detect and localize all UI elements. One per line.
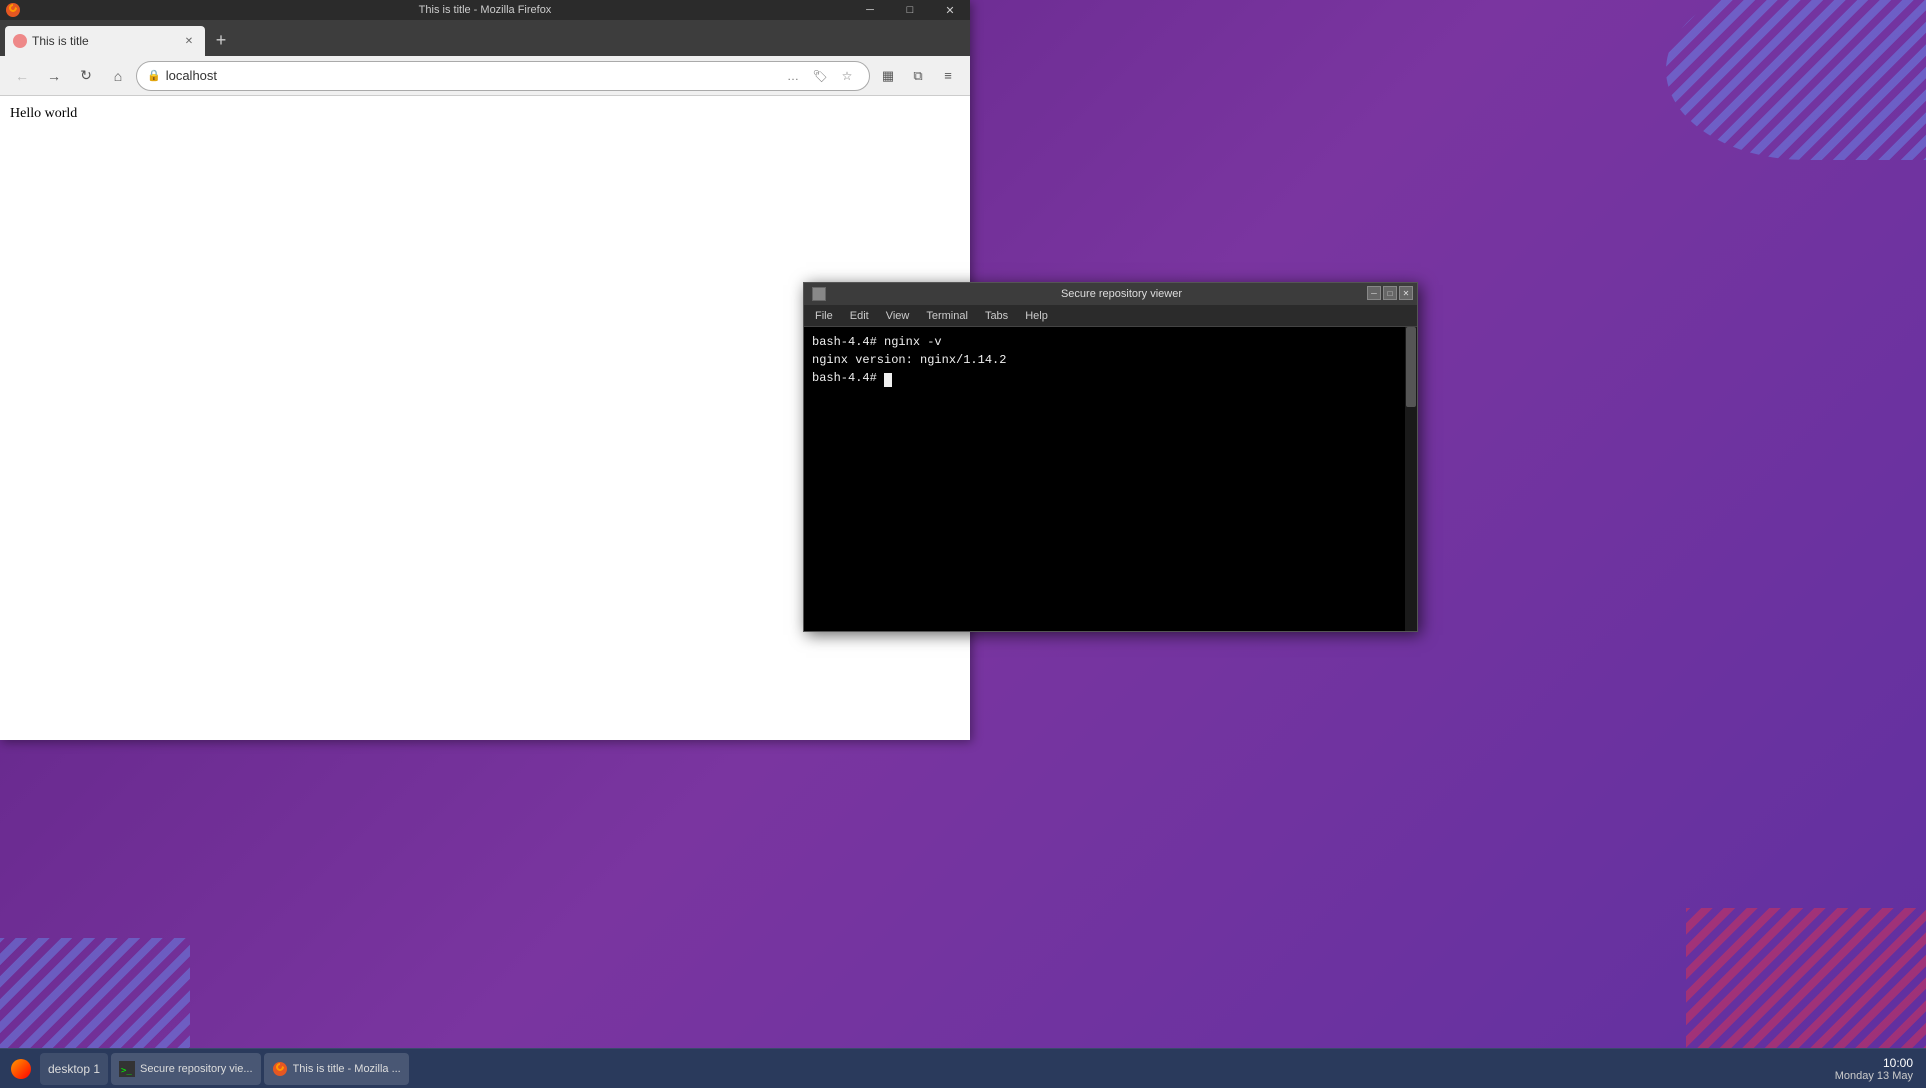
terminal-line-3: bash-4.4# xyxy=(812,369,1409,387)
menu-file[interactable]: File xyxy=(809,308,839,324)
page-body-text: Hello world xyxy=(10,106,960,122)
decoration-bottom-right xyxy=(1676,908,1926,1058)
tab-close-button[interactable]: ✕ xyxy=(181,33,197,49)
pocket-button[interactable]: 🏷 xyxy=(808,64,832,88)
bookmark-button[interactable]: ☆ xyxy=(835,64,859,88)
taskbar-start-button[interactable] xyxy=(5,1053,37,1085)
terminal-menubar: File Edit View Terminal Tabs Help xyxy=(804,305,1417,327)
taskbar-item-firefox[interactable]: This is title - Mozilla ... xyxy=(264,1053,409,1085)
firefox-title-text: This is title - Mozilla Firefox xyxy=(419,4,552,16)
toolbar-right: ▦ ⧉ ≡ xyxy=(874,62,962,90)
firefox-icon xyxy=(5,2,21,18)
reading-list-button[interactable]: ▦ xyxy=(874,62,902,90)
terminal-window-controls: ─ □ ✕ xyxy=(1367,286,1413,300)
menu-view[interactable]: View xyxy=(880,308,916,324)
more-button[interactable]: … xyxy=(781,64,805,88)
taskbar: desktop 1 >_ Secure repository vie... Th… xyxy=(0,1048,1926,1088)
address-bar[interactable]: 🔒 localhost … 🏷 ☆ xyxy=(136,61,870,91)
terminal-body[interactable]: bash-4.4# nginx -v nginx version: nginx/… xyxy=(804,327,1417,631)
back-button[interactable]: ← xyxy=(8,62,36,90)
taskbar-desktop-button[interactable]: desktop 1 xyxy=(40,1053,108,1085)
taskbar-firefox-label: This is title - Mozilla ... xyxy=(293,1063,401,1075)
minimize-button[interactable]: ─ xyxy=(850,0,890,20)
menu-edit[interactable]: Edit xyxy=(844,308,875,324)
menu-terminal[interactable]: Terminal xyxy=(920,308,974,324)
terminal-cursor xyxy=(884,373,892,387)
address-actions: … 🏷 ☆ xyxy=(781,64,859,88)
address-text: localhost xyxy=(166,68,776,83)
close-button[interactable]: ✕ xyxy=(930,0,970,20)
terminal-scrollbar[interactable] xyxy=(1405,327,1417,631)
maximize-button[interactable]: □ xyxy=(890,0,930,20)
decoration-bottom-left xyxy=(0,938,200,1058)
clock-time: 10:00 xyxy=(1883,1056,1913,1070)
start-icon xyxy=(11,1059,31,1079)
terminal-minimize-button[interactable]: ─ xyxy=(1367,286,1381,300)
terminal-titlebar: Secure repository viewer ─ □ ✕ xyxy=(804,283,1417,305)
menu-help[interactable]: Help xyxy=(1019,308,1054,324)
tab-favicon xyxy=(13,34,27,48)
home-button[interactable]: ⌂ xyxy=(104,62,132,90)
firefox-titlebar: This is title - Mozilla Firefox ─ □ ✕ xyxy=(0,0,970,20)
terminal-app-icon xyxy=(812,287,826,301)
terminal-close-button[interactable]: ✕ xyxy=(1399,286,1413,300)
tab-title: This is title xyxy=(32,34,89,48)
reload-button[interactable]: ↻ xyxy=(72,62,100,90)
firefox-tabbar: This is title ✕ + xyxy=(0,20,970,56)
terminal-window: Secure repository viewer ─ □ ✕ File Edit… xyxy=(803,282,1418,632)
svg-text:>_: >_ xyxy=(121,1066,132,1076)
firefox-toolbar: ← → ↻ ⌂ 🔒 localhost … 🏷 ☆ ▦ ⧉ ≡ xyxy=(0,56,970,96)
terminal-scrollbar-thumb[interactable] xyxy=(1406,327,1416,407)
taskbar-clock: 10:00 Monday 13 May xyxy=(1827,1056,1921,1082)
decoration-top-right xyxy=(1626,0,1926,180)
secure-icon: 🔒 xyxy=(147,69,161,82)
menu-button[interactable]: ≡ xyxy=(934,62,962,90)
firefox-taskbar-icon xyxy=(272,1061,288,1077)
taskbar-item-terminal[interactable]: >_ Secure repository vie... xyxy=(111,1053,261,1085)
forward-button[interactable]: → xyxy=(40,62,68,90)
menu-tabs[interactable]: Tabs xyxy=(979,308,1014,324)
new-tab-button[interactable]: + xyxy=(207,26,235,54)
taskbar-terminal-label: Secure repository vie... xyxy=(140,1063,253,1075)
terminal-line-1: bash-4.4# nginx -v xyxy=(812,333,1409,351)
split-view-button[interactable]: ⧉ xyxy=(904,62,932,90)
terminal-taskbar-icon: >_ xyxy=(119,1061,135,1077)
browser-tab-active[interactable]: This is title ✕ xyxy=(5,26,205,56)
terminal-line-2: nginx version: nginx/1.14.2 xyxy=(812,351,1409,369)
firefox-window-controls: ─ □ ✕ xyxy=(850,0,970,20)
taskbar-desktop-label: desktop 1 xyxy=(48,1062,100,1076)
terminal-maximize-button[interactable]: □ xyxy=(1383,286,1397,300)
clock-date: Monday 13 May xyxy=(1835,1070,1913,1082)
terminal-title-text: Secure repository viewer xyxy=(834,288,1409,300)
